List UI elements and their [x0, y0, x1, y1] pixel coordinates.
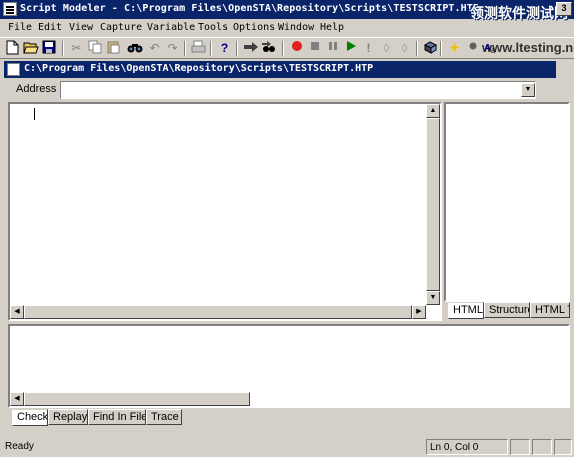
scroll-left-icon[interactable]: ◀ — [10, 305, 24, 319]
scroll-thumb[interactable] — [24, 392, 250, 406]
cut-icon[interactable]: ✂ — [68, 40, 85, 57]
find-icon[interactable] — [126, 40, 143, 57]
right-tab-strip: HTML Structure HTML T — [446, 302, 570, 320]
replace-icon[interactable]: Aa — [482, 40, 499, 57]
menu-capture[interactable]: Capture — [100, 22, 142, 33]
scroll-thumb[interactable] — [24, 305, 412, 319]
menu-bar: File Edit View Capture Variable Tools Op… — [0, 19, 574, 55]
tab-trace[interactable]: Trace — [146, 409, 182, 425]
cursor-position: Ln 0, Col 0 — [426, 439, 508, 455]
new-icon[interactable] — [4, 40, 21, 57]
tab-find-in-files[interactable]: Find In Files — [88, 409, 146, 425]
script-editor[interactable]: ▲ ▼ ◀ ▶ — [8, 102, 442, 321]
output-pane[interactable]: ◀ — [8, 324, 570, 408]
tab-replay[interactable]: Replay — [48, 409, 88, 425]
highlight-icon[interactable]: ✦ — [446, 40, 463, 57]
toolbar-separator — [282, 41, 284, 56]
toolbar-separator — [440, 41, 442, 56]
goto-icon[interactable] — [242, 40, 259, 57]
menu-options[interactable]: Options — [233, 22, 275, 33]
chevron-down-icon[interactable]: ▼ — [521, 83, 535, 97]
scroll-down-icon[interactable]: ▼ — [426, 291, 440, 305]
output-horizontal-scrollbar[interactable]: ◀ — [10, 392, 250, 406]
toolbar-separator — [62, 41, 64, 56]
scroll-left-icon[interactable]: ◀ — [10, 392, 24, 406]
document-caption[interactable]: C:\Program Files\OpenSTA\Repository\Scri… — [4, 61, 556, 78]
tab-structure[interactable]: Structure — [484, 302, 530, 318]
tab-html-tree[interactable]: HTML T — [530, 302, 570, 318]
document-path: C:\Program Files\OpenSTA\Repository\Scri… — [24, 63, 374, 74]
svg-text:a: a — [491, 46, 496, 54]
menu-help[interactable]: Help — [320, 22, 344, 33]
find-next-icon[interactable] — [260, 40, 277, 57]
status-panel — [554, 439, 572, 455]
editor-vertical-scrollbar[interactable]: ▲ ▼ — [426, 104, 440, 305]
address-input[interactable]: ▼ — [60, 81, 536, 99]
redo-icon[interactable]: ↷ — [164, 40, 181, 57]
text-cursor — [34, 108, 35, 120]
status-bar: Ready Ln 0, Col 0 — [0, 437, 574, 457]
copy-icon[interactable] — [86, 40, 103, 57]
tab-html[interactable]: HTML — [448, 302, 484, 319]
toolbar: ✂ ↶ ↷ ? ! ◊ ◊ ✦ Aa — [0, 37, 574, 59]
toolbar-separator — [236, 41, 238, 56]
open-icon[interactable] — [22, 40, 39, 57]
help-icon[interactable]: ? — [216, 40, 233, 57]
close-button[interactable]: 3 — [556, 2, 572, 16]
toolbar-separator — [210, 41, 212, 56]
editor-horizontal-scrollbar[interactable]: ◀ ▶ — [10, 305, 426, 319]
paste-icon[interactable] — [104, 40, 121, 57]
undo-icon[interactable]: ↶ — [146, 40, 163, 57]
scroll-thumb[interactable] — [426, 118, 440, 291]
print-icon[interactable] — [190, 40, 207, 57]
menu-tools[interactable]: Tools — [198, 22, 228, 33]
menu-file[interactable]: File — [8, 22, 32, 33]
pause-icon[interactable] — [324, 40, 341, 57]
record-icon[interactable] — [288, 40, 305, 57]
menu-variable[interactable]: Variable — [147, 22, 195, 33]
title-bar[interactable]: Script Modeler - C:\Program Files\OpenST… — [0, 0, 574, 21]
step2-icon[interactable]: ◊ — [396, 40, 413, 57]
address-label: Address — [16, 83, 57, 95]
exclamation-icon[interactable]: ! — [360, 40, 377, 57]
compile-icon[interactable] — [422, 40, 439, 57]
play-icon[interactable] — [342, 40, 359, 57]
dot-icon[interactable] — [464, 40, 481, 57]
menu-window[interactable]: Window — [278, 22, 314, 33]
menu-view[interactable]: View — [69, 22, 93, 33]
app-icon[interactable] — [3, 2, 17, 16]
save-icon[interactable] — [40, 40, 57, 57]
status-panel — [510, 439, 530, 455]
toolbar-separator — [416, 41, 418, 56]
toolbar-separator — [184, 41, 186, 56]
scroll-right-icon[interactable]: ▶ — [412, 305, 426, 319]
structure-pane[interactable] — [444, 102, 570, 302]
output-tab-strip: Check Replay Find In Files Trace — [10, 409, 310, 427]
window-title: Script Modeler - C:\Program Files\OpenST… — [20, 3, 480, 14]
stop-icon[interactable] — [306, 40, 323, 57]
status-panel — [532, 439, 552, 455]
status-text: Ready — [5, 441, 34, 452]
step-icon[interactable]: ◊ — [378, 40, 395, 57]
menu-edit[interactable]: Edit — [38, 22, 62, 33]
document-icon — [7, 63, 20, 76]
scroll-up-icon[interactable]: ▲ — [426, 104, 440, 118]
address-bar: Address ▼ — [4, 79, 556, 101]
tab-check[interactable]: Check — [12, 409, 48, 426]
